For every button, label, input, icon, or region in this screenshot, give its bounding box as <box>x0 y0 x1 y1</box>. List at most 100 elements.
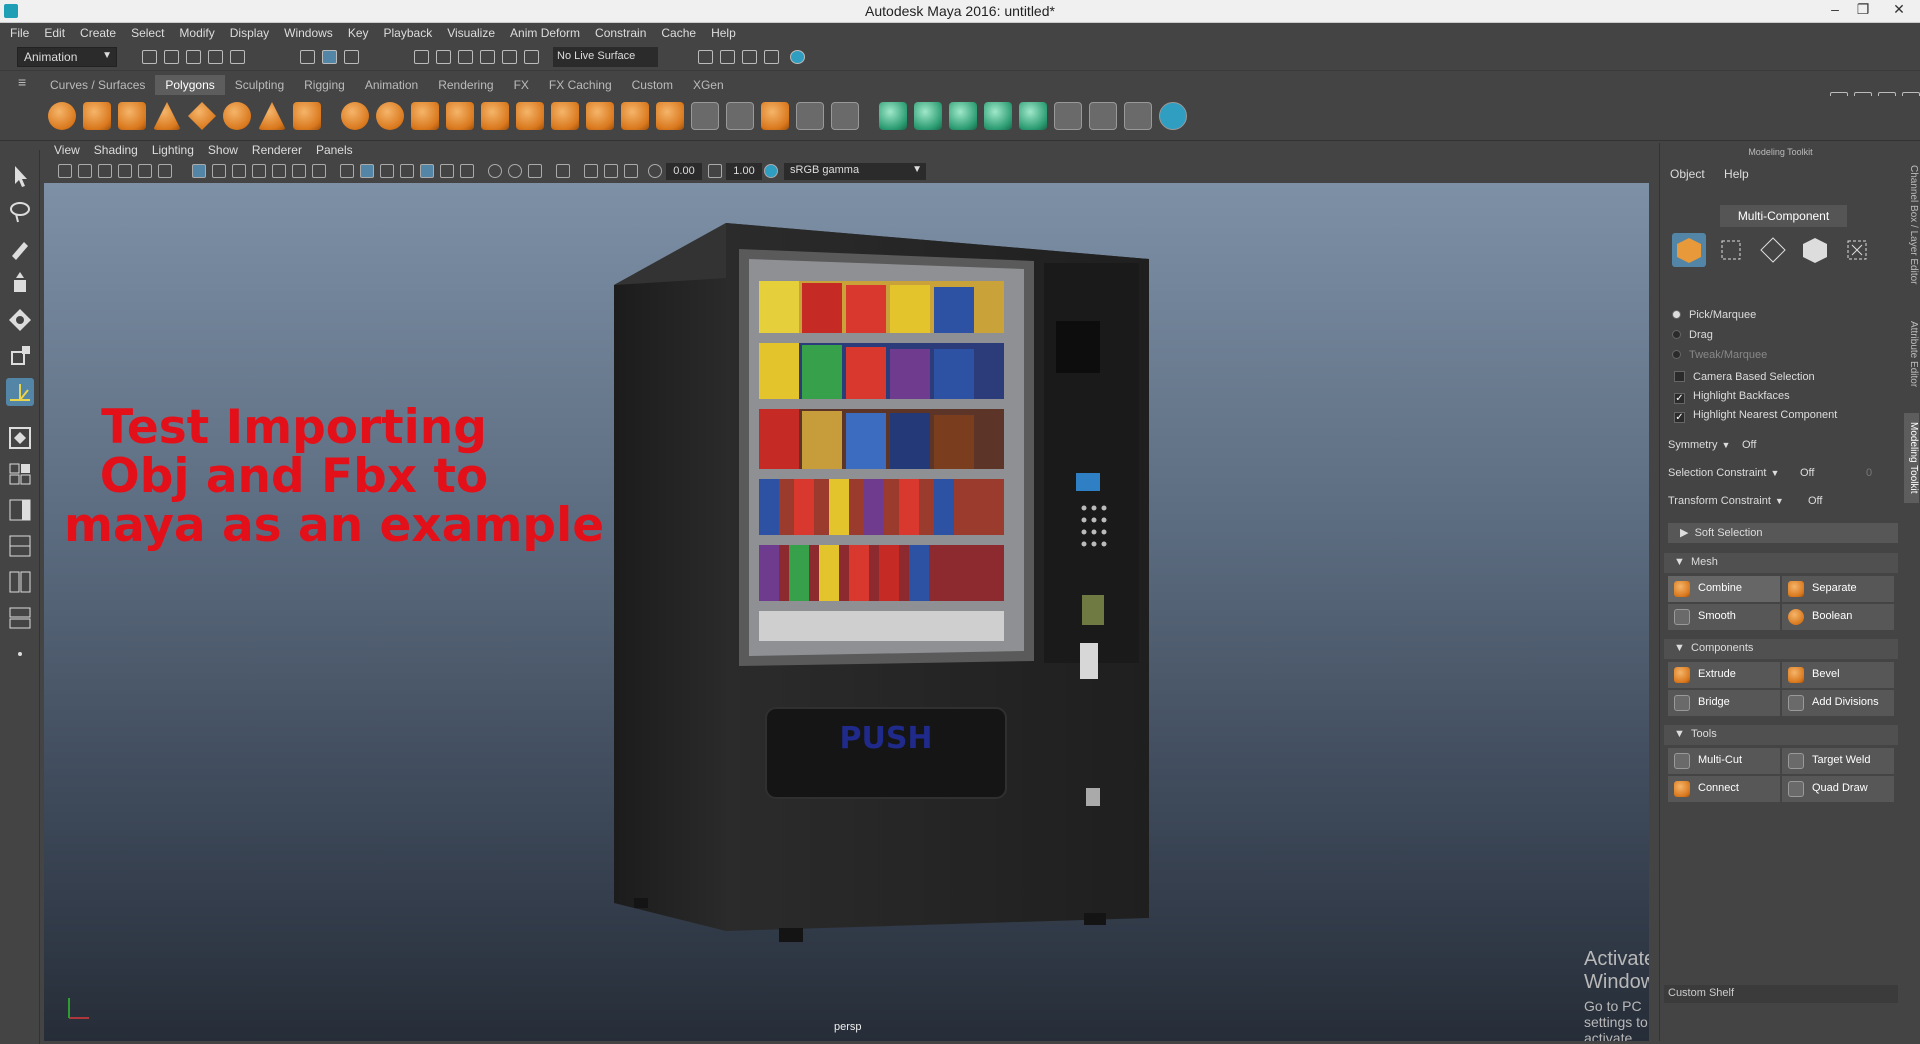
lasso-tool-icon[interactable] <box>6 198 34 226</box>
exposure-field[interactable]: 0.00 <box>666 163 702 180</box>
menu-anim-deform[interactable]: Anim Deform <box>510 26 580 40</box>
separate-shelf-icon[interactable] <box>376 102 404 130</box>
restore-button[interactable]: ❐ <box>1850 1 1876 21</box>
shelf-tab-polygons[interactable]: Polygons <box>155 75 225 95</box>
panel-menu-show[interactable]: Show <box>208 143 238 160</box>
target-weld-button[interactable]: Target Weld <box>1782 748 1894 774</box>
select-component-icon[interactable] <box>344 50 359 64</box>
isolate-select-icon[interactable] <box>556 164 570 178</box>
open-scene-icon[interactable] <box>164 50 179 64</box>
hypershade-icon[interactable] <box>790 50 805 64</box>
smooth-shelf-icon[interactable] <box>411 102 439 130</box>
center-pivot-shelf-icon[interactable] <box>1124 102 1152 130</box>
persp-graph-view-icon[interactable] <box>6 532 34 560</box>
move-tool-icon[interactable] <box>6 270 34 298</box>
last-tool-icon[interactable] <box>6 378 34 406</box>
face-mode-icon[interactable] <box>1798 233 1832 267</box>
poly-cube-icon[interactable] <box>83 102 111 130</box>
menu-constrain[interactable]: Constrain <box>595 26 646 40</box>
drag-option[interactable]: Drag <box>1672 329 1713 341</box>
tab-attribute-editor[interactable]: Attribute Editor <box>1904 309 1919 399</box>
rotate-tool-icon[interactable] <box>6 306 34 334</box>
panel-menu-lighting[interactable]: Lighting <box>152 143 194 160</box>
uv-editor-view-icon[interactable] <box>6 604 34 632</box>
scale-tool-icon[interactable] <box>6 342 34 370</box>
redo-icon[interactable] <box>230 50 245 64</box>
new-scene-icon[interactable] <box>142 50 157 64</box>
target-weld-shelf-icon[interactable] <box>586 102 614 130</box>
minimize-button[interactable]: – <box>1822 1 1848 21</box>
add-divisions-button[interactable]: Add Divisions <box>1782 690 1894 716</box>
pick-marquee-option[interactable]: Pick/Marquee <box>1672 309 1756 321</box>
components-section[interactable]: ▼ Components <box>1664 639 1898 659</box>
quad-draw-button[interactable]: Quad Draw <box>1782 776 1894 802</box>
persp-outliner-view-icon[interactable] <box>6 496 34 524</box>
highlight-backfaces-checkbox[interactable]: ✓ Highlight Backfaces <box>1674 390 1790 404</box>
motion-blur-icon[interactable] <box>508 164 522 178</box>
render-frame-icon[interactable] <box>720 50 735 64</box>
edge-mode-icon[interactable] <box>1756 233 1790 267</box>
camera-based-selection-checkbox[interactable]: Camera Based Selection <box>1674 371 1815 383</box>
smooth-button[interactable]: Smooth <box>1668 604 1780 630</box>
close-button[interactable]: ✕ <box>1886 1 1912 21</box>
bridge-button[interactable]: Bridge <box>1668 690 1780 716</box>
snap-point-icon[interactable] <box>458 50 473 64</box>
select-object-icon[interactable] <box>322 50 337 64</box>
anti-aliasing-icon[interactable] <box>528 164 542 178</box>
paint-select-tool-icon[interactable] <box>6 234 34 262</box>
toolkit-menu-object[interactable]: Object <box>1670 167 1705 181</box>
toolkit-menu-help[interactable]: Help <box>1724 167 1749 181</box>
perspective-viewport[interactable]: Test Importing Obj and Fbx to maya as an… <box>44 183 1649 1041</box>
textured-icon[interactable] <box>420 164 434 178</box>
quad-draw-shelf-icon[interactable] <box>621 102 649 130</box>
menu-set-dropdown[interactable]: Animation ▼ <box>17 47 117 67</box>
panel-menu-shading[interactable]: Shading <box>94 143 138 160</box>
shelf-tab-animation[interactable]: Animation <box>354 75 429 95</box>
tweak-marquee-option[interactable]: Tweak/Marquee <box>1672 349 1767 361</box>
layout-options-icon[interactable] <box>6 640 34 668</box>
uv-editor-shelf-icon[interactable] <box>1054 102 1082 130</box>
menu-select[interactable]: Select <box>131 26 164 40</box>
boolean-button[interactable]: Boolean <box>1782 604 1894 630</box>
two-d-pan-zoom-icon[interactable] <box>138 164 152 178</box>
render-view-icon[interactable] <box>764 50 779 64</box>
camera-attributes-icon[interactable] <box>78 164 92 178</box>
menu-help[interactable]: Help <box>711 26 736 40</box>
shelf-tab-sculpting[interactable]: Sculpting <box>224 75 295 95</box>
select-camera-icon[interactable] <box>58 164 72 178</box>
insert-loop-shelf-icon[interactable] <box>691 102 719 130</box>
bevel-button[interactable]: Bevel <box>1782 662 1894 688</box>
live-surface-field[interactable]: No Live Surface <box>553 47 658 67</box>
symmetry-row[interactable]: Symmetry ▼ Off <box>1668 439 1756 451</box>
fill-hole-shelf-icon[interactable] <box>761 102 789 130</box>
shelf-tab-fx-caching[interactable]: FX Caching <box>538 75 622 95</box>
automatic-uv-shelf-icon[interactable] <box>984 102 1012 130</box>
select-tool-icon[interactable] <box>6 162 34 190</box>
planar-uv-shelf-icon[interactable] <box>879 102 907 130</box>
object-details-shelf-icon[interactable] <box>1159 102 1187 130</box>
menu-display[interactable]: Display <box>230 26 269 40</box>
render-settings-icon[interactable] <box>698 50 713 64</box>
wireframe-icon[interactable] <box>340 164 354 178</box>
poly-cone-icon[interactable] <box>153 102 181 130</box>
exposure-icon[interactable] <box>648 164 662 178</box>
select-hierarchy-icon[interactable] <box>300 50 315 64</box>
panel-menu-renderer[interactable]: Renderer <box>252 143 302 160</box>
shelf-menu-icon[interactable]: ≡ <box>18 75 34 92</box>
color-management-icon[interactable] <box>764 164 778 178</box>
snap-surface-icon[interactable] <box>502 50 517 64</box>
bridge-shelf-icon[interactable] <box>446 102 474 130</box>
menu-create[interactable]: Create <box>80 26 116 40</box>
collapse-shelf-icon[interactable] <box>831 102 859 130</box>
default-material-icon[interactable] <box>380 164 394 178</box>
grid-toggle-icon[interactable] <box>192 164 206 178</box>
snap-grid-icon[interactable] <box>414 50 429 64</box>
connect-button[interactable]: Connect <box>1668 776 1780 802</box>
poke-shelf-icon[interactable] <box>656 102 684 130</box>
tools-section[interactable]: ▼ Tools <box>1664 725 1898 745</box>
four-view-icon[interactable] <box>6 460 34 488</box>
tab-channel-box[interactable]: Channel Box / Layer Editor <box>1904 155 1919 295</box>
poly-plane-icon[interactable] <box>188 102 216 130</box>
gamma-field[interactable]: 1.00 <box>726 163 762 180</box>
screen-space-ao-icon[interactable] <box>488 164 502 178</box>
